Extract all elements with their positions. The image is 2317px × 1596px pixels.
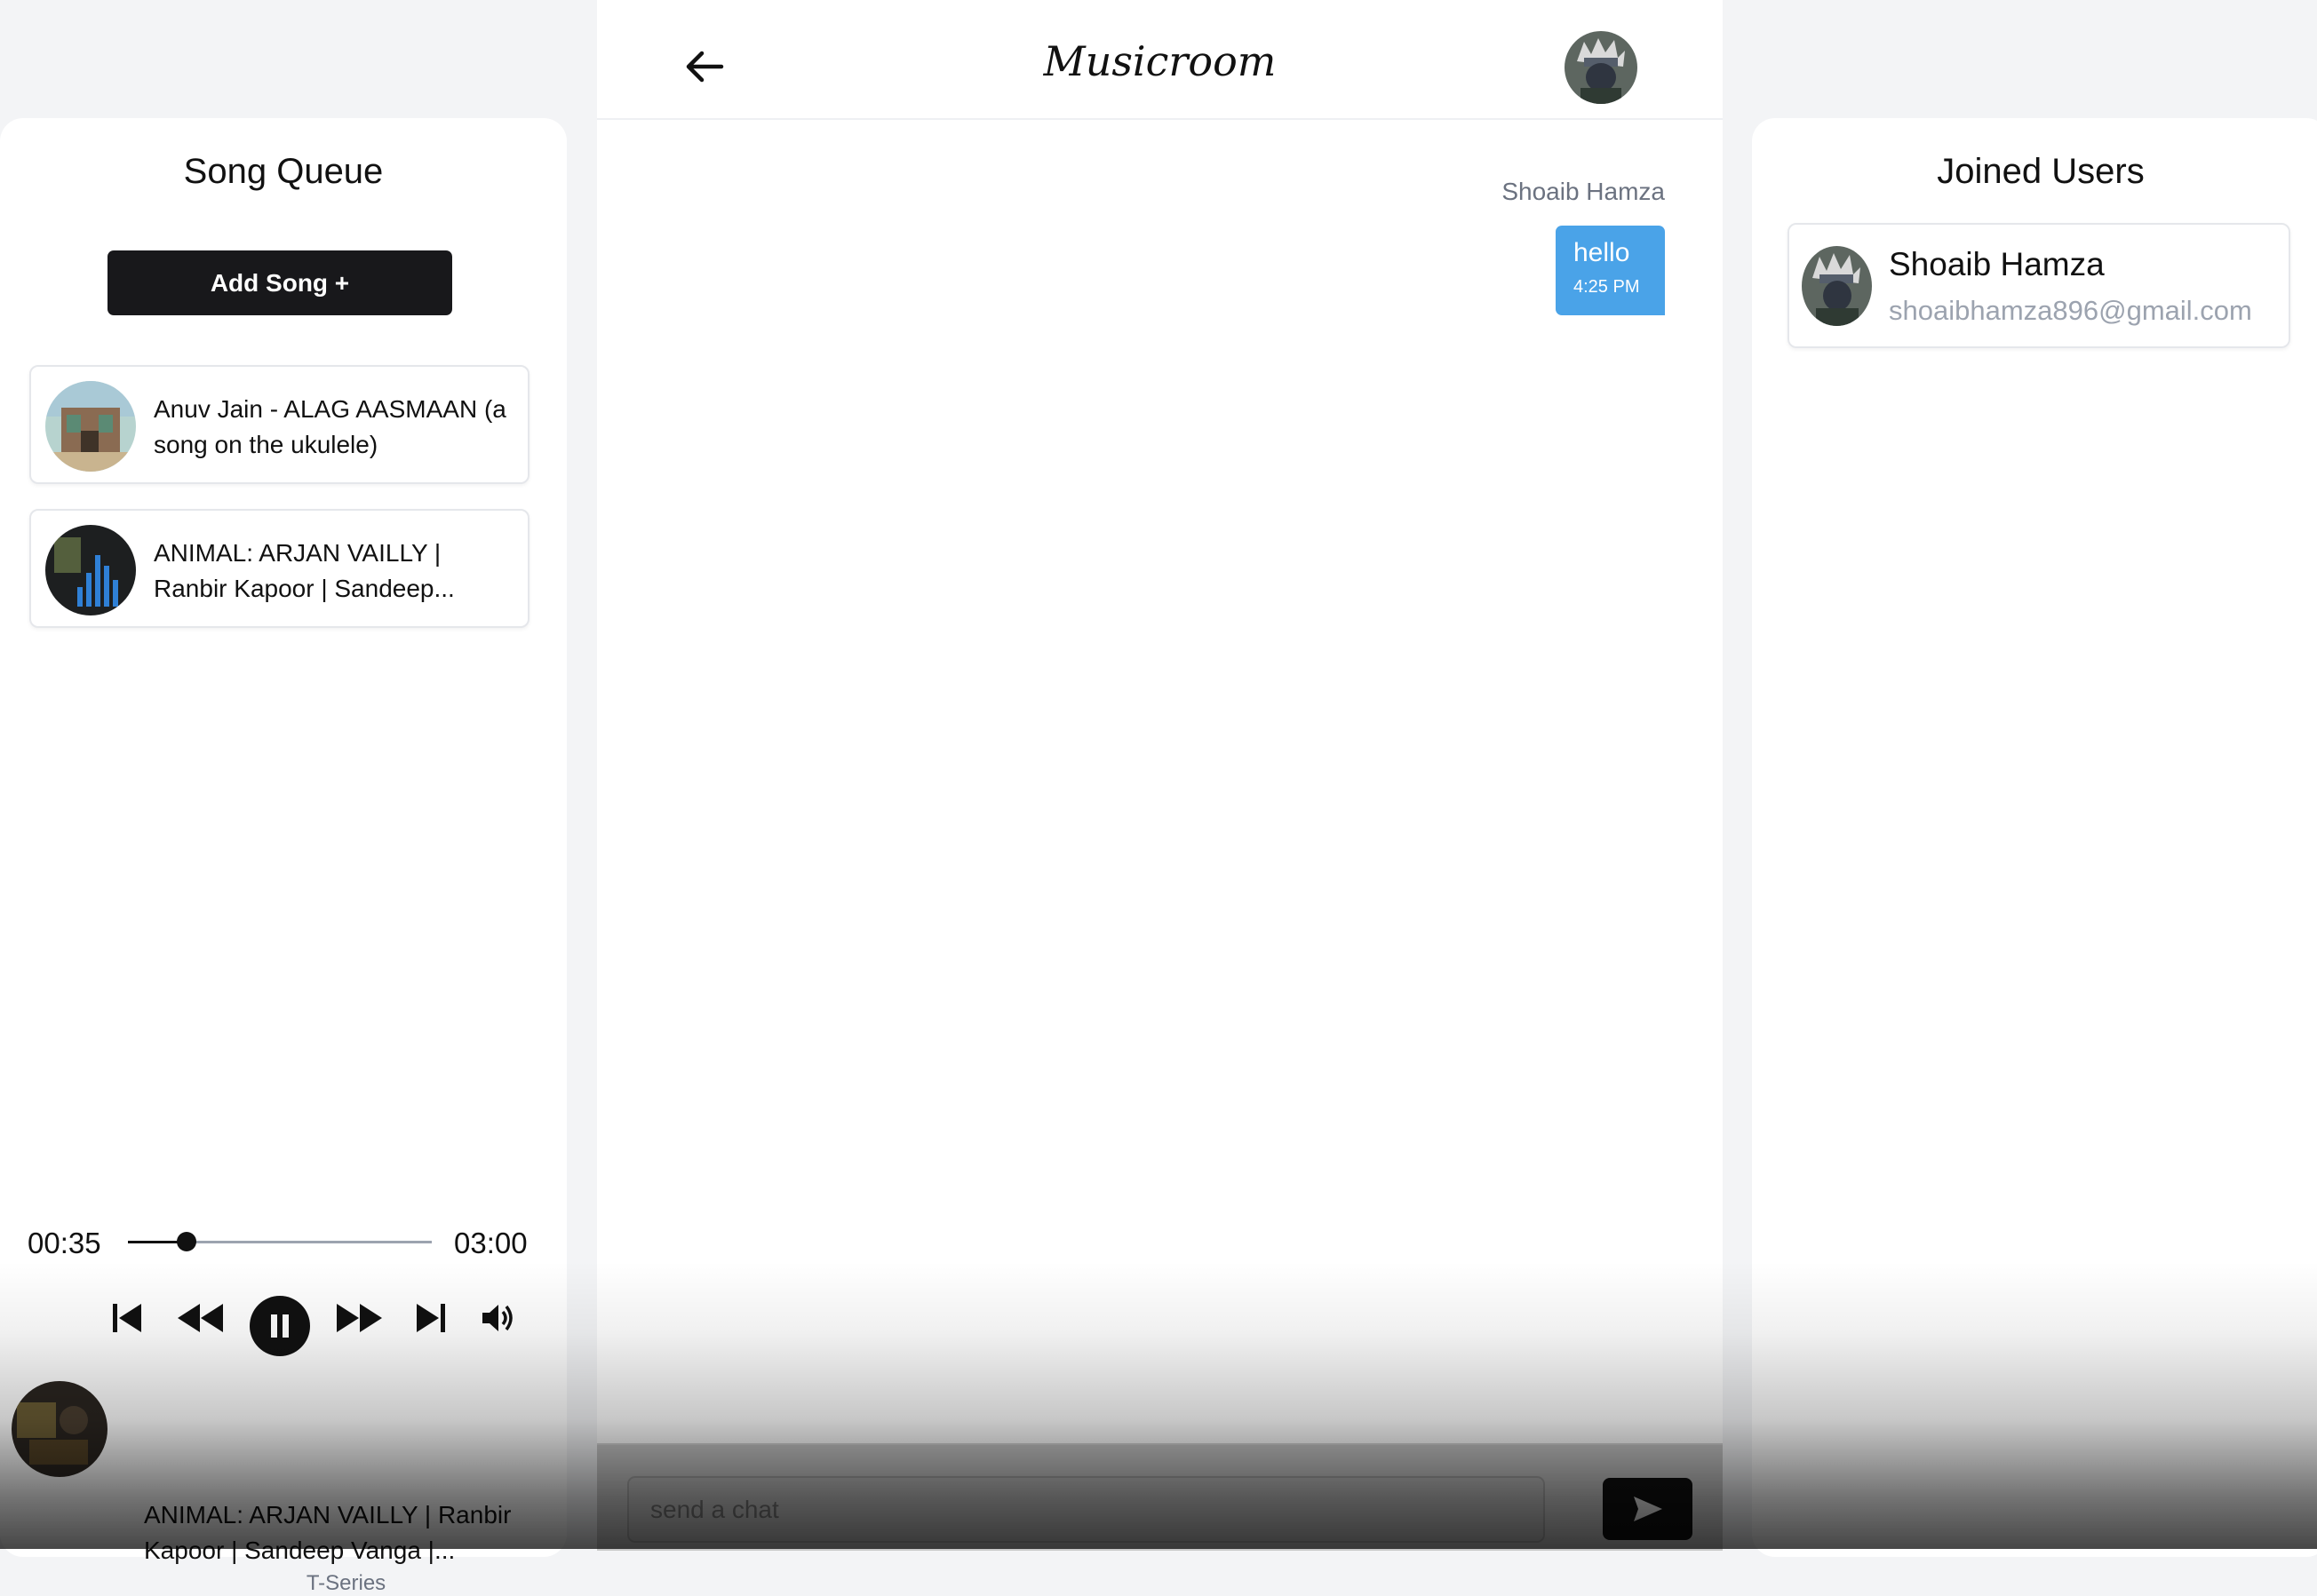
song-queue-title: Song Queue — [183, 152, 384, 191]
pause-icon[interactable] — [249, 1295, 311, 1357]
queue-item-title: Anuv Jain - ALAG AASMAAN (a song on the … — [154, 395, 506, 458]
chat-input[interactable] — [627, 1476, 1545, 1543]
fast-forward-icon[interactable] — [334, 1297, 386, 1339]
skip-next-icon[interactable] — [410, 1297, 451, 1339]
now-playing-thumbnail — [12, 1381, 107, 1477]
queue-item[interactable]: ANIMAL: ARJAN VAILLY | Ranbir Kapoor | S… — [29, 509, 529, 628]
chat-input-bar — [597, 1443, 1723, 1551]
playback-progress: 00:35 03:00 — [0, 1219, 567, 1264]
send-button[interactable] — [1603, 1478, 1692, 1540]
add-song-button[interactable]: Add Song + — [107, 250, 452, 315]
skip-previous-icon[interactable] — [107, 1297, 147, 1339]
user-email: shoaibhamza896@gmail.com — [1889, 295, 2252, 326]
message-time: 4:25 PM — [1573, 277, 1640, 297]
joined-users-title: Joined Users — [1937, 152, 2145, 191]
song-thumbnail — [45, 381, 136, 472]
message-text: hello — [1573, 238, 1630, 267]
send-icon — [1633, 1497, 1662, 1521]
header: Musicroom — [597, 0, 1723, 120]
song-queue-panel: Song Queue Add Song + Anuv Jain - ALAG A… — [0, 118, 567, 1595]
message-sender: Shoaib Hamza — [1501, 178, 1665, 205]
song-thumbnail — [45, 525, 136, 615]
seek-bar[interactable] — [128, 1232, 432, 1251]
user-avatar — [1802, 246, 1872, 326]
joined-users-panel: Joined Users Shoaib Hamza shoaibhamza896… — [1752, 118, 2317, 1557]
user-name: Shoaib Hamza — [1889, 246, 2105, 282]
seek-bar-handle[interactable] — [177, 1232, 197, 1251]
now-playing-title: ANIMAL: ARJAN VAILLY | Ranbir Kapoor | S… — [144, 1501, 512, 1564]
message-bubble: hello 4:25 PM — [1556, 226, 1665, 315]
rewind-icon[interactable] — [174, 1297, 226, 1339]
app-title: Musicroom — [1043, 37, 1277, 85]
queue-item[interactable]: Anuv Jain - ALAG AASMAAN (a song on the … — [29, 365, 529, 484]
queue-item-title: ANIMAL: ARJAN VAILLY | Ranbir Kapoor | S… — [154, 539, 455, 602]
current-time: 00:35 — [28, 1227, 101, 1259]
avatar[interactable] — [1565, 31, 1637, 104]
user-card[interactable]: Shoaib Hamza shoaibhamza896@gmail.com — [1788, 223, 2290, 348]
now-playing-artist: T-Series — [306, 1571, 386, 1595]
duration: 03:00 — [454, 1227, 528, 1259]
chat-panel: Musicroom Shoaib Hamza hello 4:25 PM — [597, 0, 1723, 1551]
volume-icon[interactable] — [476, 1297, 521, 1339]
